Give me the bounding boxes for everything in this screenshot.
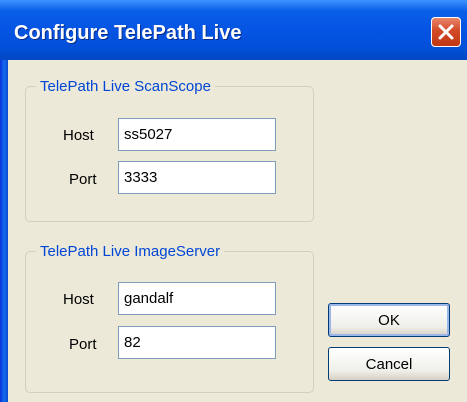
close-icon (438, 24, 454, 40)
window-frame-left (0, 60, 8, 402)
scanscope-host-label: Host (63, 127, 94, 144)
scanscope-port-input[interactable] (118, 161, 276, 194)
imageserver-group-legend: TelePath Live ImageServer (40, 243, 221, 260)
dialog-window: Configure TelePath Live TelePath Live Sc… (0, 0, 467, 402)
imageserver-port-label: Port (69, 336, 97, 353)
imageserver-host-label: Host (63, 291, 94, 308)
imageserver-group: TelePath Live ImageServer (25, 243, 314, 393)
close-button[interactable] (431, 17, 461, 47)
imageserver-port-input[interactable] (118, 326, 276, 359)
cancel-button[interactable]: Cancel (328, 347, 450, 381)
scanscope-host-input[interactable] (118, 118, 276, 151)
scanscope-port-label: Port (69, 171, 97, 188)
title-bar[interactable]: Configure TelePath Live (0, 0, 467, 60)
ok-button[interactable]: OK (328, 303, 450, 337)
window-title: Configure TelePath Live (14, 22, 242, 44)
scanscope-group-legend: TelePath Live ScanScope (40, 78, 211, 95)
imageserver-host-input[interactable] (118, 282, 276, 315)
dialog-body: TelePath Live ScanScope Host Port TelePa… (8, 60, 467, 402)
